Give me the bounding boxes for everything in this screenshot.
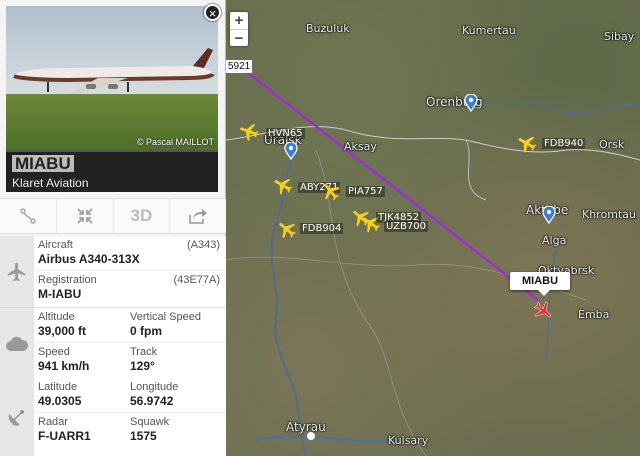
3d-button[interactable]: 3D (114, 199, 171, 233)
airport-pin-icon[interactable] (464, 94, 478, 112)
panel-toolbar: 3D (0, 198, 226, 234)
airport-pin-icon[interactable] (284, 142, 298, 160)
flight-map[interactable]: + − 5921 Buzuluk Kumertau Sibay Orenburg… (226, 0, 640, 456)
route-button[interactable] (0, 199, 57, 233)
city-label: Kulsary (388, 434, 429, 447)
aircraft-icon[interactable] (320, 180, 342, 202)
cloud-icon (6, 336, 29, 351)
radar-label: Radar (38, 416, 68, 428)
aircraft-label[interactable]: FDB904 (300, 223, 344, 234)
aircraft-silhouette (13, 48, 215, 94)
hex-code: (43E77A) (173, 274, 220, 286)
airline-name: Klaret Aviation (12, 176, 89, 190)
airport-pin-icon[interactable] (304, 428, 318, 446)
share-button[interactable] (170, 199, 226, 233)
aircraft-icon[interactable] (516, 132, 538, 154)
squawk-value: 1575 (130, 429, 157, 443)
share-icon (189, 209, 208, 224)
aircraft-photo[interactable]: © Pascal MAILLOT (6, 6, 218, 150)
aircraft-type-code: (A343) (186, 239, 220, 251)
longitude-label: Longitude (130, 381, 179, 393)
squawk-label: Squawk (130, 416, 170, 428)
vertical-speed-value: 0 fpm (130, 324, 163, 338)
longitude-value: 56.9742 (130, 394, 174, 408)
flight-info-panel: © Pascal MAILLOT × MIABU Klaret Aviation… (0, 0, 226, 456)
zoom-control: + − (230, 12, 248, 47)
radar-value: F-UARR1 (38, 429, 91, 443)
latitude-label: Latitude (38, 381, 78, 393)
aircraft-section: Aircraft (A343) Airbus A340-313X Registr… (0, 236, 226, 308)
altitude-label: Altitude (38, 311, 75, 323)
speed-value: 941 km/h (38, 359, 90, 373)
route-icon (20, 208, 36, 224)
registration-value: M-IABU (38, 287, 82, 301)
aircraft-icon[interactable] (276, 218, 298, 240)
city-label: Buzuluk (306, 22, 350, 35)
zoom-in-button[interactable]: + (230, 12, 248, 29)
position-section: Latitude 49.0305 Longitude 56.9742 Radar… (0, 378, 226, 456)
registration-header: MIABU Klaret Aviation (6, 150, 218, 192)
registration-title: MIABU (12, 155, 74, 172)
radar-dish-icon (8, 410, 24, 426)
speed-label: Speed (38, 346, 70, 358)
altitude-value: 39,000 ft (38, 324, 87, 338)
flight-data-section: Altitude 39,000 ft Vertical Speed 0 fpm … (0, 308, 226, 380)
aircraft-icon[interactable] (238, 120, 260, 142)
airport-pin-icon[interactable] (542, 206, 556, 224)
city-label: Sibay (604, 30, 635, 43)
city-label: Orsk (599, 138, 625, 151)
collapse-icon (77, 208, 93, 224)
city-label: Kumertau (462, 24, 516, 37)
photo-credit: © Pascal MAILLOT (136, 137, 214, 147)
aircraft-label[interactable]: HVN65 (266, 128, 305, 139)
close-button[interactable]: × (204, 4, 221, 21)
city-label: Alga (542, 234, 567, 247)
track-label: Track (130, 346, 158, 358)
vertical-speed-label: Vertical Speed (130, 311, 201, 323)
aircraft-label[interactable]: UZB700 (384, 221, 428, 232)
city-label: Aksay (344, 140, 377, 153)
zoom-out-button[interactable]: − (230, 29, 248, 47)
aircraft-value: Airbus A340-313X (38, 252, 140, 266)
selected-aircraft-icon[interactable] (532, 300, 554, 322)
city-label: Emba (578, 308, 610, 321)
aircraft-icon[interactable] (272, 174, 294, 196)
latitude-value: 49.0305 (38, 394, 82, 408)
selected-aircraft-label[interactable]: MIABU (510, 272, 571, 296)
plane-icon (7, 262, 26, 281)
track-value: 129° (130, 359, 155, 373)
collapse-button[interactable] (57, 199, 114, 233)
aircraft-label-edge[interactable]: 5921 (226, 60, 253, 73)
aircraft-label[interactable]: PIA757 (346, 186, 385, 197)
aircraft-label[interactable]: FDB940 (542, 138, 586, 149)
city-label: Khromtau (582, 208, 636, 221)
